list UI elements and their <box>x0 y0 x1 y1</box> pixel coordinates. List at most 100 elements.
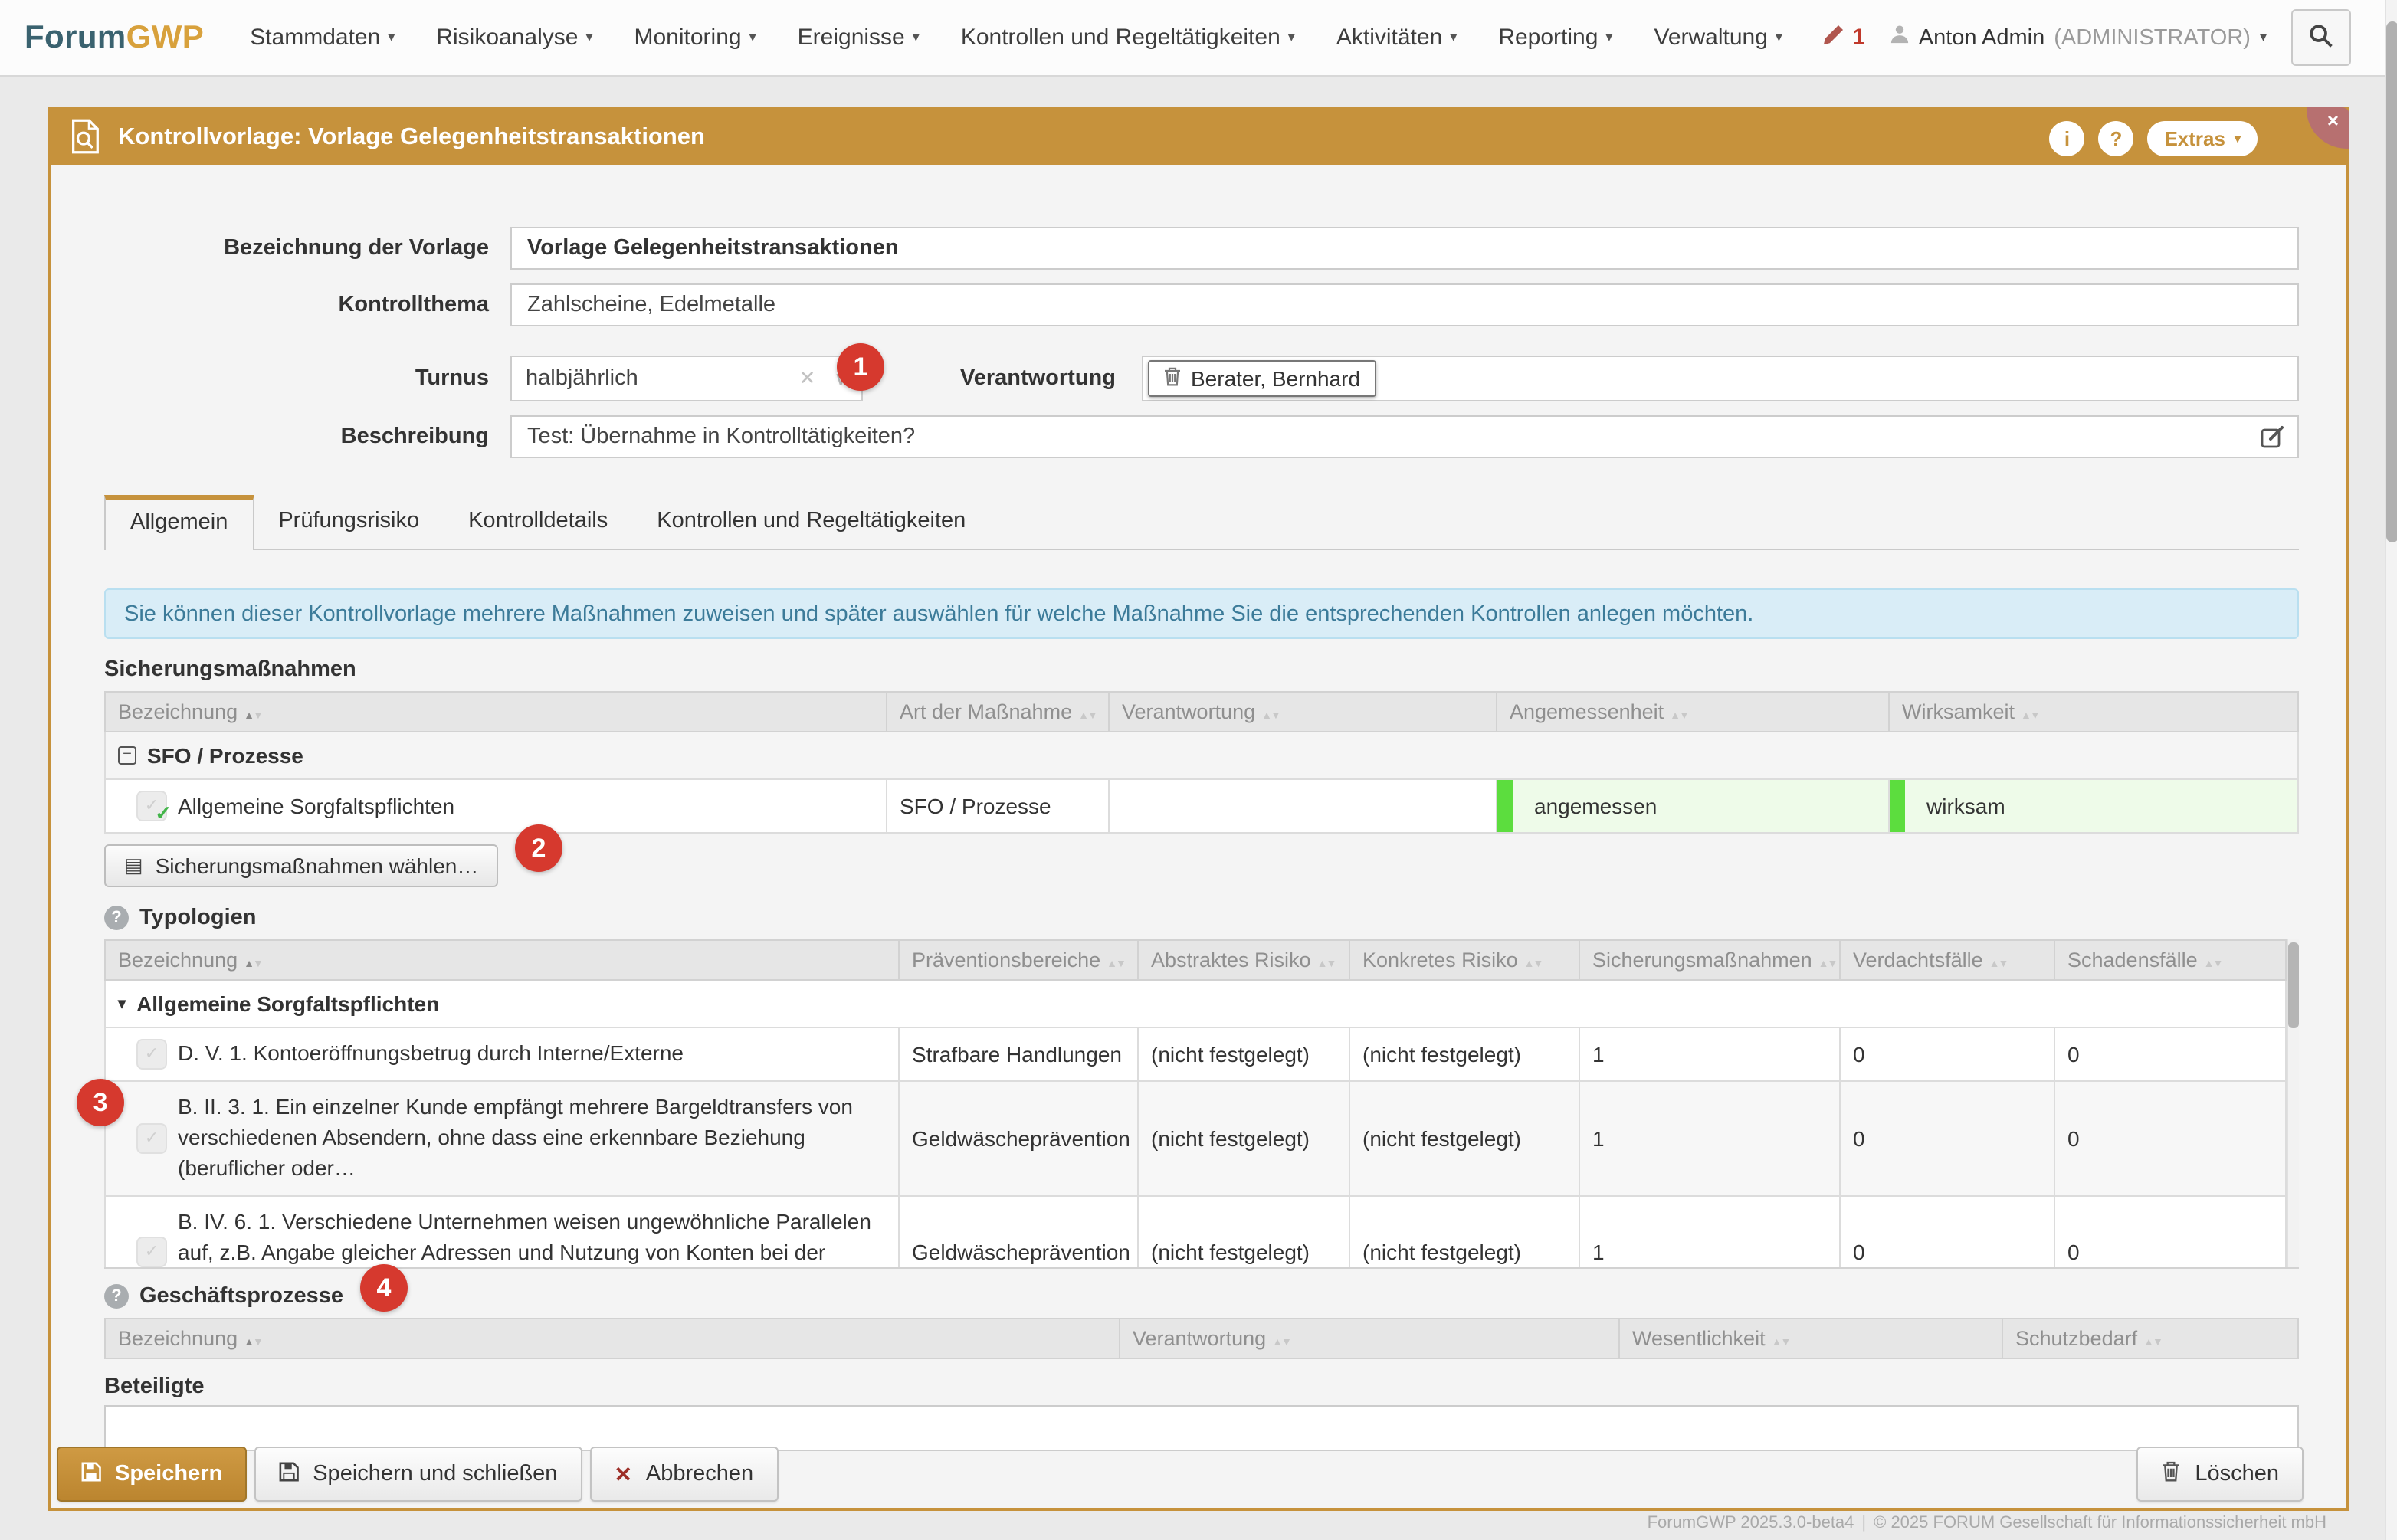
info-banner: Sie können dieser Kontrollvorlage mehrer… <box>104 588 2299 639</box>
verantwortung-chip[interactable]: Berater, Bernhard <box>1148 360 1376 397</box>
column-header-verantwortung[interactable]: Verantwortung▲▼ <box>1120 1319 1619 1358</box>
column-header-art-der-massnahme[interactable]: Art der Maßnahme▲▼ <box>887 692 1109 732</box>
extras-button[interactable]: Extras ▾ <box>2147 120 2258 156</box>
column-header-abstraktes-risiko[interactable]: Abstraktes Risiko▲▼ <box>1138 940 1349 980</box>
kontrollthema-input[interactable]: Zahlscheine, Edelmetalle <box>510 283 2299 326</box>
typologien-heading: ? Typologien <box>104 906 2299 930</box>
scrollbar-thumb[interactable] <box>2386 21 2397 542</box>
bezeichnung-label: Bezeichnung der Vorlage <box>104 236 510 260</box>
column-header-bezeichnung[interactable]: Bezeichnung▲▼ <box>105 940 899 980</box>
tab-label: Kontrollen und Regeltätigkeiten <box>657 509 966 533</box>
menu-ereignisse[interactable]: Ereignisse▾ <box>798 25 920 51</box>
typologie-schadensfaelle-count: 0 <box>2054 1195 2286 1269</box>
menu-monitoring[interactable]: Monitoring▾ <box>634 25 756 51</box>
column-header-konkretes-risiko[interactable]: Konkretes Risiko▲▼ <box>1349 940 1579 980</box>
beschreibung-input[interactable]: Test: Übernahme in Kontrolltätigkeiten? <box>510 415 2299 458</box>
help-button[interactable]: ? <box>2098 120 2133 156</box>
menu-label: Stammdaten <box>250 25 380 51</box>
dialog-footer: Speichern Speichern und schließen ✕ Abbr… <box>57 1447 2304 1502</box>
group-row-allgemeine-sorgfaltspflichten[interactable]: ▾ Allgemeine Sorgfaltspflichten <box>105 980 2286 1027</box>
edit-counter[interactable]: 1 <box>1822 23 1865 52</box>
info-banner-text: Sie können dieser Kontrollvorlage mehrer… <box>124 601 1753 626</box>
group-row-sfo-prozesse[interactable]: − SFO / Prozesse <box>105 732 2298 779</box>
clear-icon[interactable]: ✕ <box>799 366 816 391</box>
edit-count: 1 <box>1852 25 1865 51</box>
turnus-select[interactable]: halbjährlich ✕ ∨ <box>510 356 863 401</box>
sicherungsmassnahmen-waehlen-button[interactable]: ▤ Sicherungsmaßnahmen wählen… <box>104 844 498 887</box>
table-header-row: Bezeichnung▲▼ Präventionsbereiche▲▼ Abst… <box>105 940 2286 980</box>
turnus-label: Turnus <box>104 366 510 391</box>
form-row-beschreibung: Beschreibung Test: Übernahme in Kontroll… <box>104 415 2299 458</box>
column-header-sicherungsmassnahmen[interactable]: Sicherungsmaßnahmen▲▼ <box>1579 940 1840 980</box>
annotation-badge-4: 4 <box>360 1264 408 1312</box>
column-header-bezeichnung[interactable]: Bezeichnung▲▼ <box>105 692 887 732</box>
verantwortung-label: Verantwortung <box>863 366 1142 391</box>
save-close-icon <box>279 1461 299 1487</box>
table-row-typologie-2[interactable]: ✓ B. II. 3. 1. Ein einzelner Kunde empfä… <box>105 1081 2286 1195</box>
beteiligte-heading: Beteiligte <box>104 1375 2299 1399</box>
section-title: Geschäftsprozesse <box>139 1284 343 1309</box>
logo-part-forum: Forum <box>25 19 126 54</box>
turnus-value: halbjährlich <box>526 366 799 391</box>
section-title: Typologien <box>139 906 257 930</box>
user-menu[interactable]: Anton Admin (ADMINISTRATOR) ▾ <box>1890 25 2267 51</box>
menu-reporting[interactable]: Reporting▾ <box>1498 25 1612 51</box>
tab-pruefungsrisiko[interactable]: Prüfungsrisiko <box>254 495 444 549</box>
column-header-bezeichnung[interactable]: Bezeichnung▲▼ <box>105 1319 1120 1358</box>
app-logo[interactable]: ForumGWP <box>25 19 204 56</box>
help-circle-icon[interactable]: ? <box>104 906 129 930</box>
search-button[interactable] <box>2291 9 2351 66</box>
trash-icon[interactable] <box>1163 366 1182 391</box>
button-label: Löschen <box>2195 1462 2279 1486</box>
save-and-close-button[interactable]: Speichern und schließen <box>254 1447 582 1502</box>
chevron-down-icon: ▾ <box>2235 131 2241 145</box>
edit-icon[interactable] <box>2261 424 2285 455</box>
typologie-icon: ✓ <box>136 1039 167 1070</box>
typologie-konkretes-risiko: (nicht festgelegt) <box>1349 1027 1579 1081</box>
save-button[interactable]: Speichern <box>57 1447 247 1502</box>
collapse-icon[interactable]: − <box>118 746 136 765</box>
check-icon: ✓ <box>155 800 172 827</box>
column-header-wesentlichkeit[interactable]: Wesentlichkeit▲▼ <box>1619 1319 2002 1358</box>
cancel-button[interactable]: ✕ Abbrechen <box>589 1447 778 1502</box>
dialog-title: Kontrollvorlage: Vorlage Gelegenheitstra… <box>118 124 705 152</box>
delete-button[interactable]: Löschen <box>2136 1447 2304 1502</box>
menu-risikoanalyse[interactable]: Risikoanalyse▾ <box>436 25 592 51</box>
typologie-icon: ✓ <box>136 1123 167 1154</box>
table-scrollbar[interactable] <box>2287 939 2299 1267</box>
table-row-typologie-1[interactable]: ✓ D. V. 1. Kontoeröffnungsbetrug durch I… <box>105 1027 2286 1081</box>
column-header-schadensfaelle[interactable]: Schadensfälle▲▼ <box>2054 940 2286 980</box>
page-footer: ForumGWP 2025.3.0-beta4|© 2025 FORUM Ges… <box>1648 1514 2326 1532</box>
scrollbar-thumb[interactable] <box>2288 942 2299 1028</box>
menu-label: Reporting <box>1498 25 1598 51</box>
annotation-badge-3: 3 <box>77 1079 124 1126</box>
column-header-wirksamkeit[interactable]: Wirksamkeit▲▼ <box>1889 692 2298 732</box>
column-header-verantwortung[interactable]: Verantwortung▲▼ <box>1109 692 1497 732</box>
page-scrollbar[interactable] <box>2385 0 2397 1540</box>
column-header-praeventionsbereiche[interactable]: Präventionsbereiche▲▼ <box>899 940 1138 980</box>
group-label: SFO / Prozesse <box>147 743 303 768</box>
tab-kontrollen-und-regeltaetigkeiten[interactable]: Kontrollen und Regeltätigkeiten <box>632 495 990 549</box>
beteiligte-input[interactable] <box>104 1405 2299 1451</box>
column-header-verdachtsfaelle[interactable]: Verdachtsfälle▲▼ <box>1840 940 2054 980</box>
menu-aktivitaeten[interactable]: Aktivitäten▾ <box>1336 25 1457 51</box>
info-button[interactable]: i <box>2049 120 2084 156</box>
verantwortung-field[interactable]: Berater, Bernhard <box>1142 356 2299 401</box>
tab-allgemein[interactable]: Allgemein <box>104 495 254 550</box>
column-header-schutzbedarf[interactable]: Schutzbedarf▲▼ <box>2002 1319 2298 1358</box>
help-circle-icon[interactable]: ? <box>104 1284 129 1309</box>
massnahme-icon: ✓✓ <box>136 791 167 821</box>
menu-kontrollen-und-regeltaetigkeiten[interactable]: Kontrollen und Regeltätigkeiten▾ <box>961 25 1295 51</box>
table-row-allgemeine-sorgfaltspflichten[interactable]: ✓✓ Allgemeine Sorgfaltspflichten SFO / P… <box>105 779 2298 833</box>
angemessenheit-value: angemessen <box>1513 794 1657 818</box>
bezeichnung-input[interactable]: Vorlage Gelegenheitstransaktionen <box>510 227 2299 270</box>
column-header-angemessenheit[interactable]: Angemessenheit▲▼ <box>1497 692 1889 732</box>
tab-kontrolldetails[interactable]: Kontrolldetails <box>444 495 632 549</box>
triangle-down-icon[interactable]: ▾ <box>118 995 126 1012</box>
button-label: Abbrechen <box>646 1462 753 1486</box>
typologie-sicherungsmassnahmen-count: 1 <box>1579 1195 1840 1269</box>
menu-verwaltung[interactable]: Verwaltung▾ <box>1654 25 1782 51</box>
annotation-badge-2: 2 <box>515 824 562 872</box>
menu-stammdaten[interactable]: Stammdaten▾ <box>250 25 395 51</box>
table-row-typologie-3[interactable]: ✓ B. IV. 6. 1. Verschiedene Unternehmen … <box>105 1195 2286 1269</box>
